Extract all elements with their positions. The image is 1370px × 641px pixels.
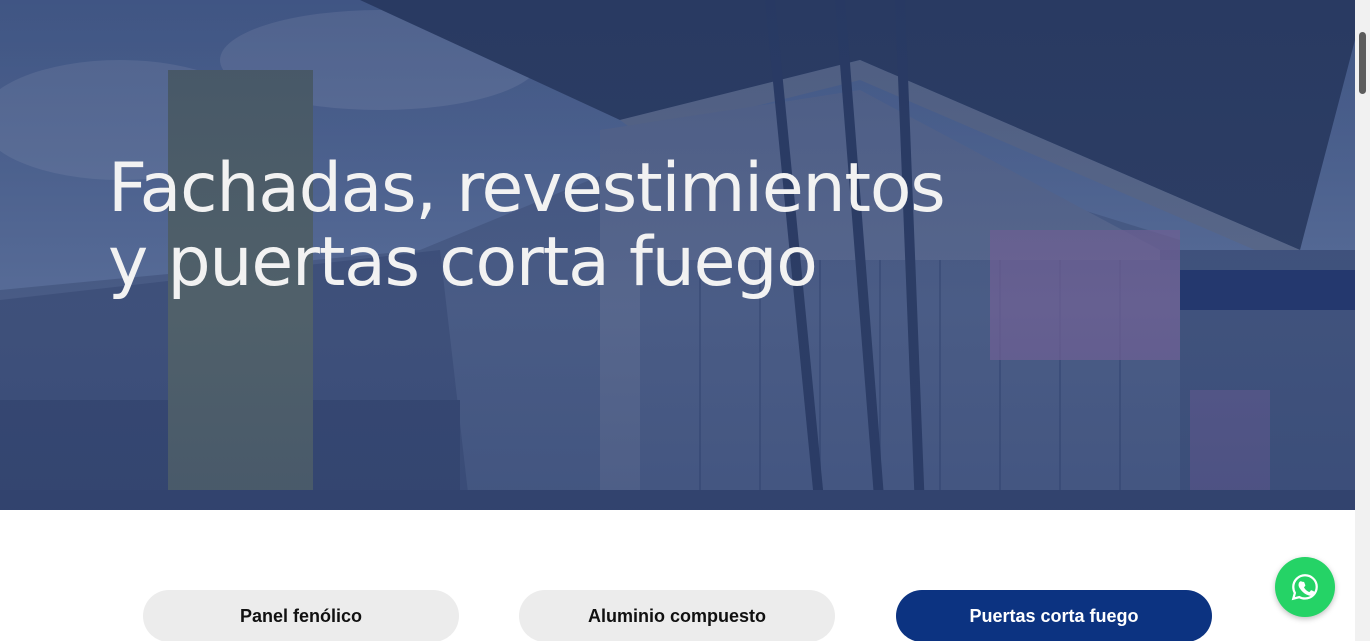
hero-banner: Fachadas, revestimientos y puertas corta… bbox=[0, 0, 1355, 510]
hero-title: Fachadas, revestimientos y puertas corta… bbox=[108, 152, 1108, 300]
tab-aluminio-compuesto[interactable]: Aluminio compuesto bbox=[519, 590, 835, 641]
page-scrollbar[interactable] bbox=[1355, 0, 1370, 641]
scrollbar-thumb[interactable] bbox=[1359, 32, 1366, 94]
whatsapp-button[interactable] bbox=[1275, 557, 1335, 617]
whatsapp-icon bbox=[1291, 574, 1318, 601]
page: Fachadas, revestimientos y puertas corta… bbox=[0, 0, 1370, 641]
tab-puertas-corta-fuego[interactable]: Puertas corta fuego bbox=[896, 590, 1212, 641]
product-tabs: Panel fenólico Aluminio compuesto Puerta… bbox=[0, 590, 1355, 641]
tab-panel-fenolico[interactable]: Panel fenólico bbox=[143, 590, 459, 641]
hero-title-line-1: Fachadas, revestimientos bbox=[108, 149, 946, 228]
hero-title-line-2: y puertas corta fuego bbox=[108, 223, 818, 302]
